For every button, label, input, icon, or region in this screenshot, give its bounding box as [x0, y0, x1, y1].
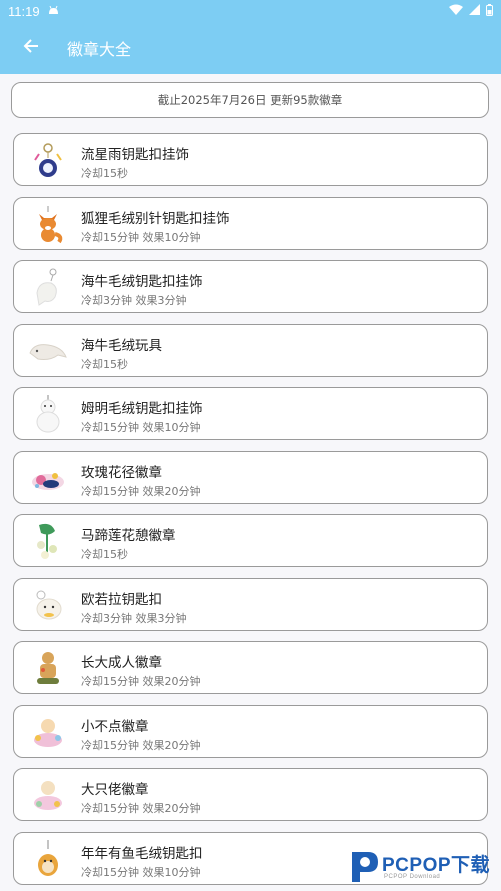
rose-badge-icon — [28, 457, 68, 499]
item-meta: 冷却15分钟 效果20分钟 — [81, 738, 201, 752]
manatee-plush-icon — [28, 330, 68, 372]
keychain-icon — [28, 139, 68, 181]
wifi-icon — [449, 4, 463, 18]
signal-icon — [469, 4, 480, 18]
list-item[interactable]: 小不点徽章 冷却15分钟 效果20分钟 — [13, 704, 488, 758]
arrow-left-icon — [23, 38, 39, 58]
item-name: 年年有鱼毛绒钥匙扣 — [81, 845, 203, 862]
item-meta: 冷却3分钟 效果3分钟 — [81, 611, 187, 625]
status-bar: 11:19 — [0, 0, 501, 22]
watermark: PCPOP下载 PCPOP Download — [348, 846, 498, 888]
item-meta: 冷却15分钟 效果10分钟 — [81, 421, 201, 434]
item-name: 小不点徽章 — [81, 718, 149, 735]
list-item[interactable]: 玫瑰花径徽章 冷却15分钟 效果20分钟 — [13, 450, 488, 504]
status-icons — [449, 3, 493, 19]
app-bar: 徽章大全 — [0, 22, 501, 74]
big-guy-badge-icon — [28, 774, 68, 816]
item-meta: 冷却15分钟 效果20分钟 — [81, 484, 201, 498]
item-meta: 冷却15分钟 效果10分钟 — [81, 230, 201, 244]
item-meta: 冷却3分钟 效果3分钟 — [81, 294, 187, 307]
item-name: 海牛毛绒玩具 — [81, 337, 162, 354]
item-meta: 冷却15秒 — [81, 357, 128, 371]
manatee-keychain-icon — [28, 266, 68, 308]
item-name: 马蹄莲花憩徽章 — [81, 528, 176, 544]
android-icon — [48, 5, 59, 18]
watermark-sub: PCPOP Download — [384, 874, 441, 880]
pcpop-logo-icon — [348, 848, 380, 888]
badge-list: 流星雨钥匙扣挂饰 冷却15秒 狐狸毛绒别针钥匙扣挂饰 冷却15分钟 效果10分钟… — [13, 133, 488, 891]
list-item[interactable]: 姆明毛绒钥匙扣挂饰 冷却15分钟 效果10分钟 — [13, 387, 488, 440]
back-button[interactable] — [7, 24, 55, 72]
calla-lily-badge-icon — [28, 520, 68, 562]
list-item[interactable]: 马蹄莲花憩徽章 冷却15秒 — [13, 514, 488, 567]
item-meta: 冷却15分钟 效果10分钟 — [81, 865, 201, 879]
item-name: 狐狸毛绒别针钥匙扣挂饰 — [81, 210, 230, 227]
item-name: 姆明毛绒钥匙扣挂饰 — [81, 401, 203, 417]
update-notice-text: 截止2025年7月26日 更新95款徽章 — [157, 93, 343, 107]
page-title: 徽章大全 — [67, 40, 132, 59]
item-meta: 冷却15秒 — [81, 167, 128, 180]
item-name: 玫瑰花径徽章 — [81, 464, 162, 481]
list-item[interactable]: 欧若拉钥匙扣 冷却3分钟 效果3分钟 — [13, 577, 488, 631]
item-name: 海牛毛绒钥匙扣挂饰 — [81, 274, 203, 290]
item-meta: 冷却15分钟 效果20分钟 — [81, 802, 201, 815]
status-time: 11:19 — [8, 3, 40, 19]
item-name: 流星雨钥匙扣挂饰 — [81, 147, 189, 163]
update-notice: 截止2025年7月26日 更新95款徽章 — [11, 82, 489, 118]
list-item[interactable]: 海牛毛绒玩具 冷却15秒 — [13, 323, 488, 377]
item-name: 大只佬徽章 — [81, 782, 149, 798]
grown-up-badge-icon — [28, 647, 68, 689]
item-name: 欧若拉钥匙扣 — [81, 591, 162, 608]
list-item[interactable]: 流星雨钥匙扣挂饰 冷却15秒 — [13, 133, 488, 186]
item-meta: 冷却15分钟 效果20分钟 — [81, 675, 201, 688]
list-item[interactable]: 大只佬徽章 冷却15分钟 效果20分钟 — [13, 768, 488, 821]
aurora-keychain-icon — [28, 584, 68, 626]
watermark-brand: PCPOP下载 — [382, 855, 491, 876]
moomin-plush-icon — [28, 393, 68, 435]
list-item[interactable]: 狐狸毛绒别针钥匙扣挂饰 冷却15分钟 效果10分钟 — [13, 196, 488, 250]
battery-icon — [486, 3, 493, 19]
item-meta: 冷却15秒 — [81, 548, 128, 561]
fish-plush-icon — [28, 838, 68, 880]
list-item[interactable]: 海牛毛绒钥匙扣挂饰 冷却3分钟 效果3分钟 — [13, 260, 488, 313]
list-item[interactable]: 长大成人徽章 冷却15分钟 效果20分钟 — [13, 641, 488, 694]
item-name: 长大成人徽章 — [81, 655, 162, 671]
little-one-badge-icon — [28, 711, 68, 753]
fox-plush-icon — [28, 203, 68, 245]
